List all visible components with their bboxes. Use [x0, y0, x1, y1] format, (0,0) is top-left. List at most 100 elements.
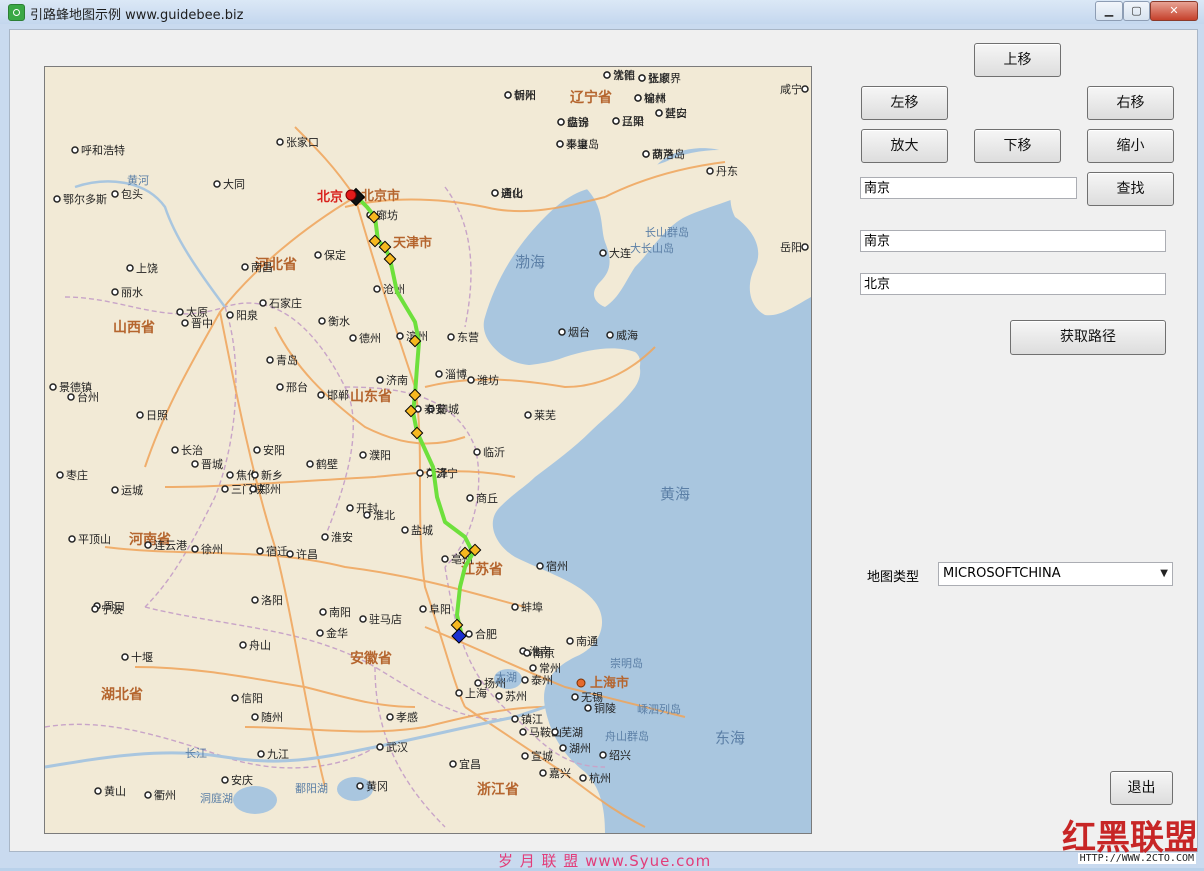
- city-label: 晋城: [201, 458, 223, 471]
- city-label: 商洛: [652, 147, 674, 161]
- water-label: 洞庭湖: [200, 791, 233, 805]
- city-label: 十堰: [131, 650, 153, 664]
- city-dot-icon: [603, 71, 611, 79]
- city-dot-icon: [356, 782, 364, 790]
- city-label: 上饶: [136, 262, 158, 275]
- get-route-button[interactable]: 获取路径: [1010, 320, 1166, 355]
- minimize-button[interactable]: ▁: [1095, 1, 1123, 21]
- city-label: 榆林: [644, 91, 666, 105]
- city-dot-icon: [584, 704, 592, 712]
- city-label: 常德: [613, 68, 635, 82]
- city-label: 青岛: [276, 353, 298, 367]
- city-dot-icon: [465, 630, 473, 638]
- maximize-button[interactable]: ▢: [1123, 1, 1150, 21]
- city-label: 张家界: [648, 71, 681, 85]
- water-label: 长山群岛: [645, 225, 689, 239]
- city-dot-icon: [376, 376, 384, 384]
- city-dot-icon: [251, 596, 259, 604]
- svg-text:安徽省: 安徽省: [350, 650, 392, 667]
- city-dot-icon: [257, 750, 265, 758]
- move-up-button[interactable]: 上移: [974, 43, 1061, 77]
- city-dot-icon: [319, 608, 327, 616]
- sea-label-bohai: 渤海: [515, 253, 545, 271]
- city-dot-icon: [249, 485, 257, 493]
- chevron-down-icon[interactable]: ▼: [1160, 563, 1168, 585]
- city-label-shanghai: 上海市: [590, 675, 629, 691]
- city-dot-icon: [466, 494, 474, 502]
- city-dot-icon: [256, 547, 264, 555]
- city-label: 丽水: [121, 286, 143, 299]
- city-label: 淮安: [331, 530, 353, 544]
- svg-text:湖北省: 湖北省: [101, 686, 143, 703]
- city-label: 枣庄: [66, 468, 88, 482]
- city-label: 黄山: [104, 784, 126, 798]
- move-right-button[interactable]: 右移: [1087, 86, 1174, 120]
- city-label: 盐城: [411, 524, 433, 537]
- svg-text:浙江省: 浙江省: [477, 781, 519, 798]
- city-label: 邯郸: [327, 388, 349, 402]
- beijing-marker-icon: [345, 189, 357, 201]
- city-label: 杭州: [589, 771, 611, 785]
- city-dot-icon: [49, 383, 57, 391]
- city-dot-icon: [231, 694, 239, 702]
- svg-text:山西省: 山西省: [113, 319, 155, 336]
- city-label: 吕梁: [622, 114, 644, 128]
- search-input[interactable]: 南京: [860, 177, 1077, 199]
- city-label: 绍兴: [609, 748, 631, 762]
- city-dot-icon: [94, 787, 102, 795]
- city-dot-icon: [373, 285, 381, 293]
- title-bar[interactable]: 引路蜂地图示例 www.guidebee.biz ▁ ▢ ✕: [0, 0, 1204, 24]
- exit-button[interactable]: 退出: [1110, 771, 1173, 805]
- city-label: 阳泉: [236, 308, 258, 322]
- map-canvas[interactable]: 渤海 黄海 东海 辽宁省 河北省 山西省 山东省 河南省 江苏省 安徽省 湖北省…: [45, 67, 811, 833]
- watermark-2cto: HTTP://WWW.2CTO.COM: [1077, 853, 1196, 864]
- city-label: 驻马店: [369, 612, 402, 626]
- city-dot-icon: [144, 541, 152, 549]
- water-label: 嵊泗列岛: [637, 702, 681, 716]
- water-label: 舟山群岛: [605, 729, 649, 743]
- city-dot-icon: [359, 615, 367, 623]
- city-label: 宣城: [531, 749, 553, 763]
- city-label: 许昌: [296, 548, 318, 561]
- city-label: 孝感: [396, 711, 418, 724]
- water-label: 大长山岛: [630, 241, 674, 255]
- city-label: 德州: [359, 331, 381, 345]
- zoom-in-button[interactable]: 放大: [861, 129, 948, 163]
- city-dot-icon: [251, 471, 259, 479]
- city-label: 泰安: [424, 402, 446, 416]
- city-label-beijing: 北京: [317, 189, 343, 205]
- map-type-select[interactable]: MICROSOFTCHINA ▼: [938, 562, 1173, 586]
- map-view[interactable]: 渤海 黄海 东海 辽宁省 河北省 山西省 山东省 河南省 江苏省 安徽省 湖北省…: [44, 66, 812, 834]
- city-label-tianjin: 天津市: [393, 235, 432, 251]
- city-dot-icon: [253, 446, 261, 454]
- move-down-button[interactable]: 下移: [974, 129, 1061, 163]
- city-label: 徐州: [201, 542, 223, 556]
- city-dot-icon: [317, 391, 325, 399]
- water-label: 鄱阳湖: [295, 782, 328, 795]
- city-dot-icon: [181, 319, 189, 327]
- city-dot-icon: [376, 743, 384, 751]
- close-button[interactable]: ✕: [1150, 1, 1198, 21]
- city-dot-icon: [221, 776, 229, 784]
- city-dot-icon: [111, 190, 119, 198]
- end-location-field[interactable]: 北京: [860, 273, 1166, 295]
- city-dot-icon: [606, 331, 614, 339]
- search-button[interactable]: 查找: [1087, 172, 1174, 206]
- start-location-field[interactable]: 南京: [860, 230, 1166, 252]
- city-label: 常州: [539, 662, 561, 675]
- zoom-out-button[interactable]: 缩小: [1087, 129, 1174, 163]
- city-label: 通化: [501, 186, 523, 200]
- city-dot-icon: [435, 370, 443, 378]
- city-label: 南昌: [251, 261, 273, 274]
- city-label: 蚌埠: [521, 600, 543, 614]
- city-label: 宿州: [546, 559, 568, 573]
- city-dot-icon: [556, 140, 564, 148]
- city-dot-icon: [191, 460, 199, 468]
- city-label: 九江: [267, 748, 289, 761]
- move-left-button[interactable]: 左移: [861, 86, 948, 120]
- city-dot-icon: [599, 751, 607, 759]
- city-dot-icon: [386, 713, 394, 721]
- city-dot-icon: [221, 485, 229, 493]
- svg-text:山东省: 山东省: [350, 388, 392, 405]
- city-dot-icon: [321, 533, 329, 541]
